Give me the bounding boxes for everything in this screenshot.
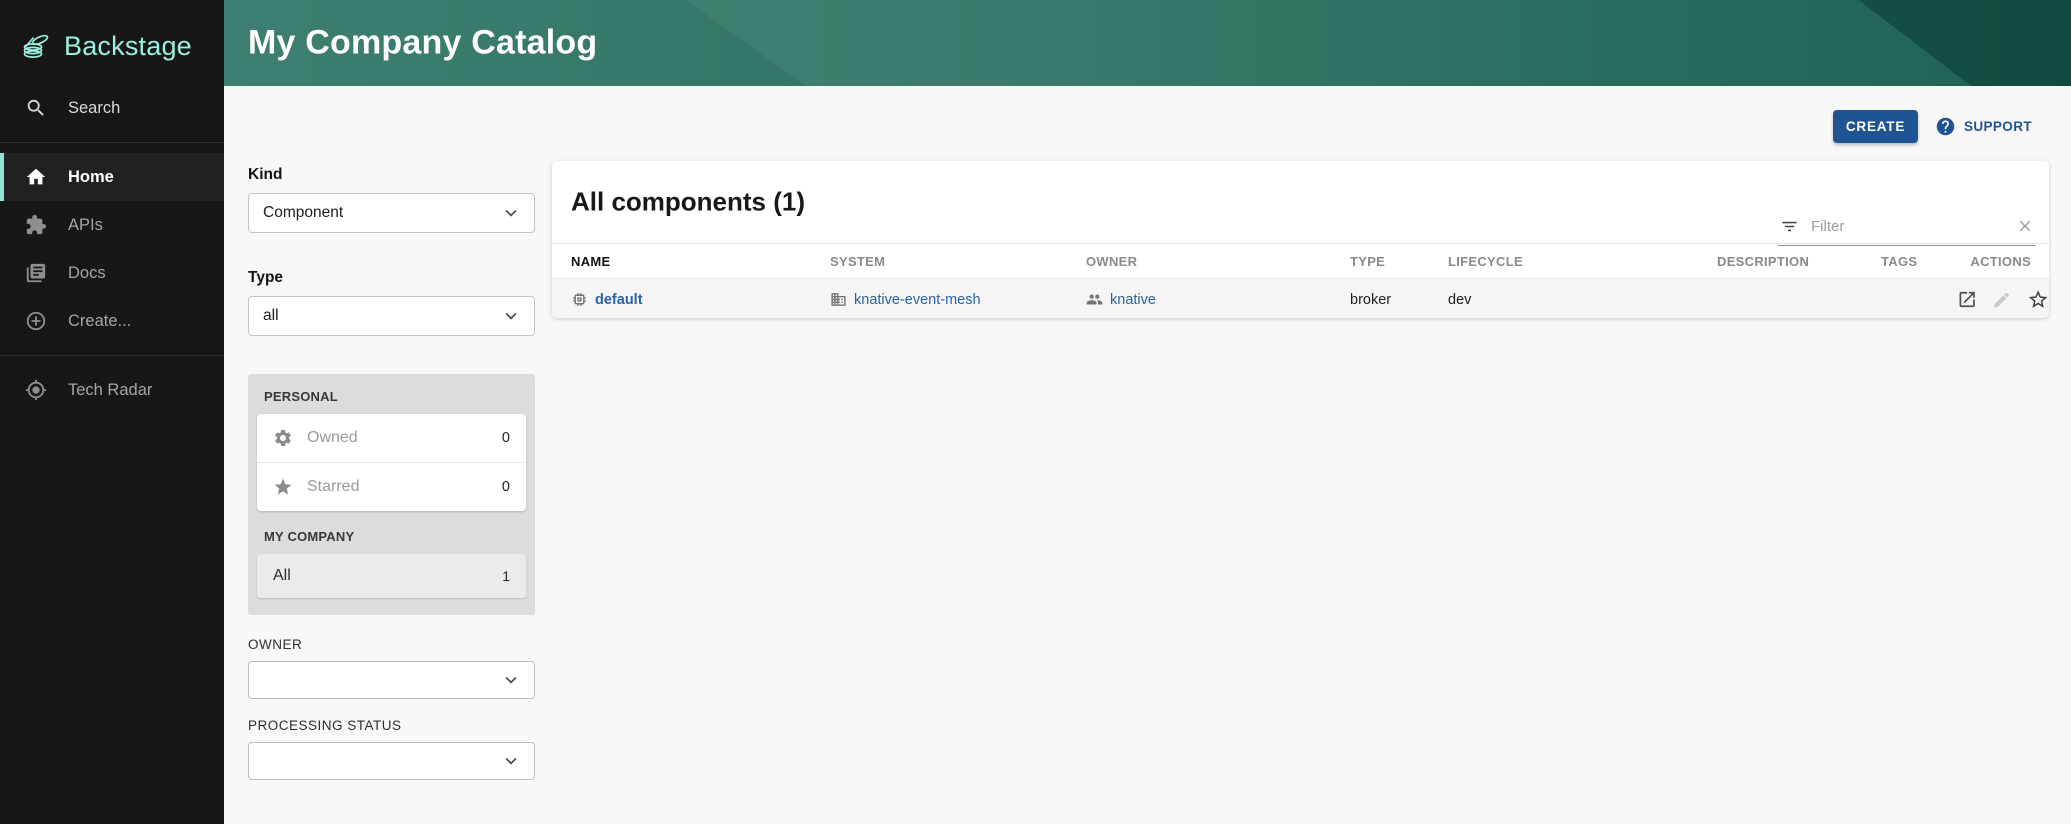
type-filter: Type all — [248, 269, 535, 336]
kind-filter: Kind Component — [248, 166, 535, 233]
open-in-new-icon[interactable] — [1957, 289, 1977, 310]
search-icon — [25, 97, 47, 119]
star-outline-icon[interactable] — [2027, 288, 2049, 311]
table-header-row: NAME SYSTEM OWNER TYPE LIFECYCLE DESCRIP… — [552, 244, 2049, 279]
filter-item-count: 0 — [502, 430, 510, 446]
type-select[interactable]: all — [248, 296, 535, 336]
column-header-description[interactable]: DESCRIPTION — [1698, 244, 1862, 279]
support-label: SUPPORT — [1964, 119, 2032, 134]
personal-list: Owned 0 Starred 0 — [257, 414, 526, 511]
support-button[interactable]: SUPPORT — [1929, 110, 2038, 143]
table-row: default knative-event-mesh knative — [552, 279, 2049, 319]
sidebar-item-create[interactable]: Create... — [0, 297, 224, 345]
catalog-card-header: All components (1) — [552, 161, 2049, 243]
chevron-down-icon — [500, 305, 522, 327]
sidebar-item-search[interactable]: Search — [0, 84, 224, 132]
home-icon — [25, 166, 47, 188]
puzzle-icon — [25, 214, 47, 236]
sidebar-item-label: Home — [68, 168, 114, 187]
sidebar-item-label: Search — [68, 99, 120, 118]
column-header-tags[interactable]: TAGS — [1862, 244, 1938, 279]
chevron-down-icon — [500, 669, 522, 691]
backstage-logo-text: Backstage — [64, 31, 192, 62]
company-section-title: MY COMPANY — [264, 529, 526, 544]
gear-icon — [273, 428, 293, 448]
backstage-logo-icon — [20, 29, 54, 63]
page-title: My Company Catalog — [248, 24, 597, 63]
tags-cell — [1862, 279, 1938, 319]
catalog-card: All components (1) NAME SYSTEM OWNER TYP… — [552, 161, 2049, 318]
sidebar-item-label: Docs — [68, 264, 106, 283]
clear-filter-icon[interactable] — [2016, 217, 2034, 235]
filter-item-count: 0 — [502, 479, 510, 495]
filter-item-all[interactable]: All 1 — [257, 554, 526, 598]
sidebar-item-docs[interactable]: Docs — [0, 249, 224, 297]
chevron-down-icon — [500, 750, 522, 772]
filter-item-starred[interactable]: Starred 0 — [257, 462, 526, 511]
docs-icon — [25, 262, 47, 284]
type-select-value: all — [263, 307, 279, 325]
personal-section-title: PERSONAL — [264, 389, 526, 404]
owner-select[interactable] — [248, 661, 535, 699]
chevron-down-icon — [500, 202, 522, 224]
owner-filter: OWNER — [248, 637, 535, 699]
star-icon — [273, 477, 293, 497]
owner-label: OWNER — [248, 637, 535, 652]
sidebar-divider — [0, 355, 224, 356]
kind-select[interactable]: Component — [248, 193, 535, 233]
column-header-owner[interactable]: OWNER — [1067, 244, 1331, 279]
owner-link[interactable]: knative — [1086, 291, 1331, 308]
chip-icon — [571, 291, 588, 308]
filter-item-label: Starred — [307, 478, 488, 496]
entity-name: default — [595, 292, 643, 308]
kind-label: Kind — [248, 166, 535, 184]
edit-pencil-icon[interactable] — [1992, 290, 2011, 310]
owner-name: knative — [1110, 292, 1156, 308]
sidebar-item-label: APIs — [68, 216, 103, 235]
description-cell — [1698, 279, 1862, 319]
column-header-type[interactable]: TYPE — [1331, 244, 1429, 279]
table-filter-input[interactable] — [1809, 217, 2006, 236]
column-header-name[interactable]: NAME — [552, 244, 811, 279]
column-header-system[interactable]: SYSTEM — [811, 244, 1067, 279]
catalog-heading: All components (1) — [571, 187, 805, 218]
help-icon — [1935, 116, 1956, 137]
page-header: My Company Catalog — [224, 0, 2071, 86]
entity-name-link[interactable]: default — [571, 291, 811, 308]
sidebar: Backstage Search Home APIs Docs Create..… — [0, 0, 224, 824]
backstage-app: Backstage Search Home APIs Docs Create..… — [0, 0, 2071, 824]
kind-select-value: Component — [263, 204, 343, 222]
sidebar-item-home[interactable]: Home — [0, 153, 224, 201]
filter-item-owned[interactable]: Owned 0 — [257, 414, 526, 462]
entity-picker-panel: PERSONAL Owned 0 Starred 0 MY COMPANY Al… — [248, 374, 535, 615]
column-header-actions: ACTIONS — [1938, 244, 2049, 279]
filter-item-label: All — [273, 567, 502, 585]
plus-circle-icon — [25, 310, 47, 332]
processing-status-label: PROCESSING STATUS — [248, 718, 535, 733]
group-icon — [1086, 291, 1103, 308]
sidebar-item-apis[interactable]: APIs — [0, 201, 224, 249]
building-icon — [830, 291, 847, 308]
processing-status-select[interactable] — [248, 742, 535, 780]
sidebar-item-label: Create... — [68, 312, 131, 331]
filter-item-count: 1 — [502, 568, 510, 584]
create-button[interactable]: CREATE — [1833, 110, 1918, 143]
sidebar-divider — [0, 142, 224, 143]
processing-status-filter: PROCESSING STATUS — [248, 718, 535, 780]
system-name: knative-event-mesh — [854, 292, 981, 308]
type-label: Type — [248, 269, 535, 287]
sidebar-item-label: Tech Radar — [68, 381, 152, 400]
row-actions — [1957, 288, 2049, 311]
table-filter — [1778, 209, 2036, 246]
filter-list-icon — [1780, 217, 1799, 236]
components-table: NAME SYSTEM OWNER TYPE LIFECYCLE DESCRIP… — [552, 243, 2049, 318]
backstage-logo[interactable]: Backstage — [0, 0, 224, 72]
column-header-lifecycle[interactable]: LIFECYCLE — [1429, 244, 1698, 279]
lifecycle-cell: dev — [1429, 279, 1698, 319]
radar-icon — [25, 379, 47, 401]
filter-item-label: Owned — [307, 429, 488, 447]
type-cell: broker — [1331, 279, 1429, 319]
sidebar-item-tech-radar[interactable]: Tech Radar — [0, 366, 224, 414]
system-link[interactable]: knative-event-mesh — [830, 291, 1067, 308]
